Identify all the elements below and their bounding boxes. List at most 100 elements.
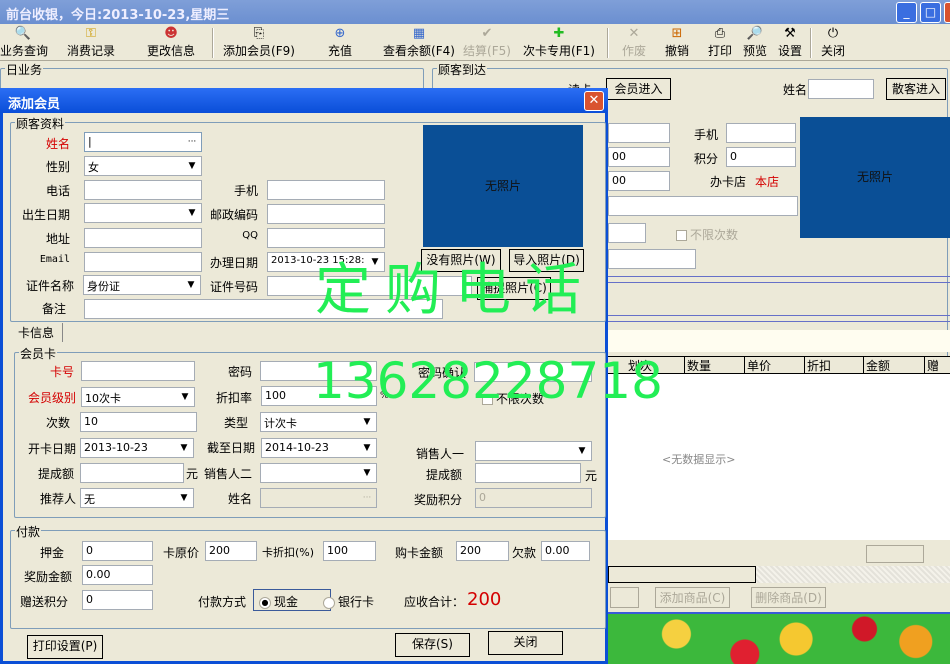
tel-input[interactable] [84,180,202,200]
name-input[interactable]: | ··· [84,132,202,152]
import-photo-button[interactable]: 导入照片(D) [509,249,584,272]
col-header[interactable]: 单价 [745,357,805,373]
zip-input[interactable] [267,204,385,224]
mobile-input[interactable] [267,180,385,200]
toolbar-preview[interactable]: 🔎 预览 [741,26,769,60]
orig-price-input[interactable]: 200 [205,541,257,561]
delete-goods-button[interactable]: 删除商品(D) [751,587,826,608]
reg-date-picker[interactable]: 2013-10-23 15:28: ▼ [267,252,385,272]
bank-card-radio[interactable]: 银行卡 [323,593,374,610]
tab-card-info[interactable]: 卡信息 [14,323,63,342]
unlimited-checkbox[interactable]: 不限次数 [676,226,738,243]
toolbar-print[interactable]: ⎙ 打印 [706,26,734,60]
unlimited-times-checkbox[interactable]: 不限次数 [482,390,544,407]
cash-radio[interactable]: ● 现金 [259,593,298,610]
end-date-label: 截至日期 [206,441,255,455]
referrer-select[interactable]: 无 ▼ [80,488,194,508]
label: 不限次数 [496,392,545,406]
bg-field[interactable] [608,249,696,269]
walkin-enter-button[interactable]: 散客进入 [886,78,946,100]
scrollbar-thumb[interactable] [608,566,756,583]
horizontal-scrollbar[interactable] [608,566,950,583]
times-input[interactable]: 10 [80,412,197,432]
type-select[interactable]: 计次卡 ▼ [260,412,377,432]
dialog-close-button[interactable]: ✕ [584,91,604,111]
goods-table[interactable]: 划次 数量 单价 折扣 金额 赠 <无数据显示> [608,356,950,540]
gender-select[interactable]: 女 ▼ [84,156,202,176]
mobile-label: 手机 [233,184,258,198]
seller1-select[interactable]: ▼ [475,441,592,461]
end-date-picker[interactable]: 2014-10-23 ▼ [261,438,377,458]
maximize-button[interactable]: □ [920,2,941,23]
ellipsis-icon[interactable]: ··· [184,134,200,150]
close-button[interactable]: 关闭 [488,631,563,655]
birth-date-picker[interactable]: ▼ [84,203,202,223]
print-setup-button[interactable]: 打印设置(P) [27,635,103,659]
commission2-input[interactable] [475,463,581,483]
card-no-input[interactable] [81,361,195,381]
toolbar-business-query[interactable]: 🔍 业务查询 [0,26,48,60]
referrer-name-input[interactable]: ··· [260,488,377,508]
chevron-down-icon: ▼ [188,208,196,218]
col-header[interactable]: 划次 [626,357,685,373]
save-button[interactable]: 保存(S) [395,633,470,657]
toolbar-close[interactable]: ⏻ 关闭 [819,26,847,60]
add-goods-button[interactable]: 添加商品(C) [655,587,730,608]
toolbar-undo[interactable]: ⊞ 撤销 [663,26,691,60]
toolbar-consume-record[interactable]: ⚿ 消费记录 [64,26,118,60]
discount-input[interactable]: 100 [261,386,377,406]
bg-field[interactable]: 00 [608,147,670,167]
toolbar-separator [607,28,609,58]
qq-input[interactable] [267,228,385,248]
bg-button[interactable] [610,587,639,608]
member-enter-button[interactable]: 会员进入 [606,78,671,100]
address-input[interactable] [84,228,202,248]
bg-field[interactable] [608,196,798,216]
col-header[interactable]: 折扣 [805,357,864,373]
empty-message: <无数据显示> [662,453,736,466]
open-date-picker[interactable]: 2013-10-23 ▼ [80,438,194,458]
radio-icon [323,596,335,609]
toolbar-add-member[interactable]: ⎘ 添加会员(F9) [222,26,296,60]
document-icon: ⎘ [253,26,265,41]
commission-input[interactable] [80,463,184,483]
walkin-name-input[interactable] [808,79,874,99]
open-date-label: 开卡日期 [27,442,76,456]
toolbar-recharge[interactable]: ⊕ 充值 [325,26,355,60]
reward-amount-input[interactable]: 0.00 [82,565,153,585]
points-input[interactable]: 0 [726,147,796,167]
toolbar-count-card[interactable]: ✚ 次卡专用(F1) [522,26,596,60]
col-header[interactable]: 赠 [925,357,950,373]
group-label: 日业务 [5,61,44,78]
owe-input[interactable]: 0.00 [541,541,590,561]
col-header[interactable]: 金额 [864,357,925,373]
card-discount-input[interactable]: 100 [323,541,376,561]
capture-photo-button[interactable]: 捕捉照片(C) [477,277,551,300]
id-type-select[interactable]: 身份证 ▼ [83,275,201,295]
toolbar-edit-info[interactable]: ☻ 更改信息 [144,26,198,60]
toolbar-void[interactable]: ✕ 作废 [620,26,648,60]
note-input[interactable] [84,299,443,319]
password-confirm-input[interactable] [474,362,592,382]
minimize-button[interactable]: _ [896,2,917,23]
level-select[interactable]: 10次卡 ▼ [81,387,195,407]
seller2-select[interactable]: ▼ [260,463,377,483]
buy-amount-input[interactable]: 200 [456,541,509,561]
toolbar-checkout[interactable]: ✔ 结算(F5) [462,26,512,60]
bg-field[interactable]: 00 [608,171,670,191]
no-photo-button[interactable]: 没有照片(W) [421,249,501,272]
plus-icon: ✚ [553,26,565,41]
toolbar-settings[interactable]: ⚒ 设置 [776,26,804,60]
window-close-button[interactable]: × [944,2,950,23]
gift-points-input[interactable]: 0 [82,590,153,610]
deposit-input[interactable]: 0 [82,541,153,561]
reward-points-input[interactable]: 0 [475,488,592,508]
mobile-input[interactable] [726,123,796,143]
bg-field[interactable] [608,123,670,143]
id-no-input[interactable] [267,276,472,296]
col-header[interactable]: 数量 [685,357,745,373]
toolbar-check-balance[interactable]: ▦ 查看余额(F4) [382,26,456,60]
bg-field[interactable] [608,223,646,243]
password-input[interactable] [260,361,377,381]
email-input[interactable] [84,252,202,272]
